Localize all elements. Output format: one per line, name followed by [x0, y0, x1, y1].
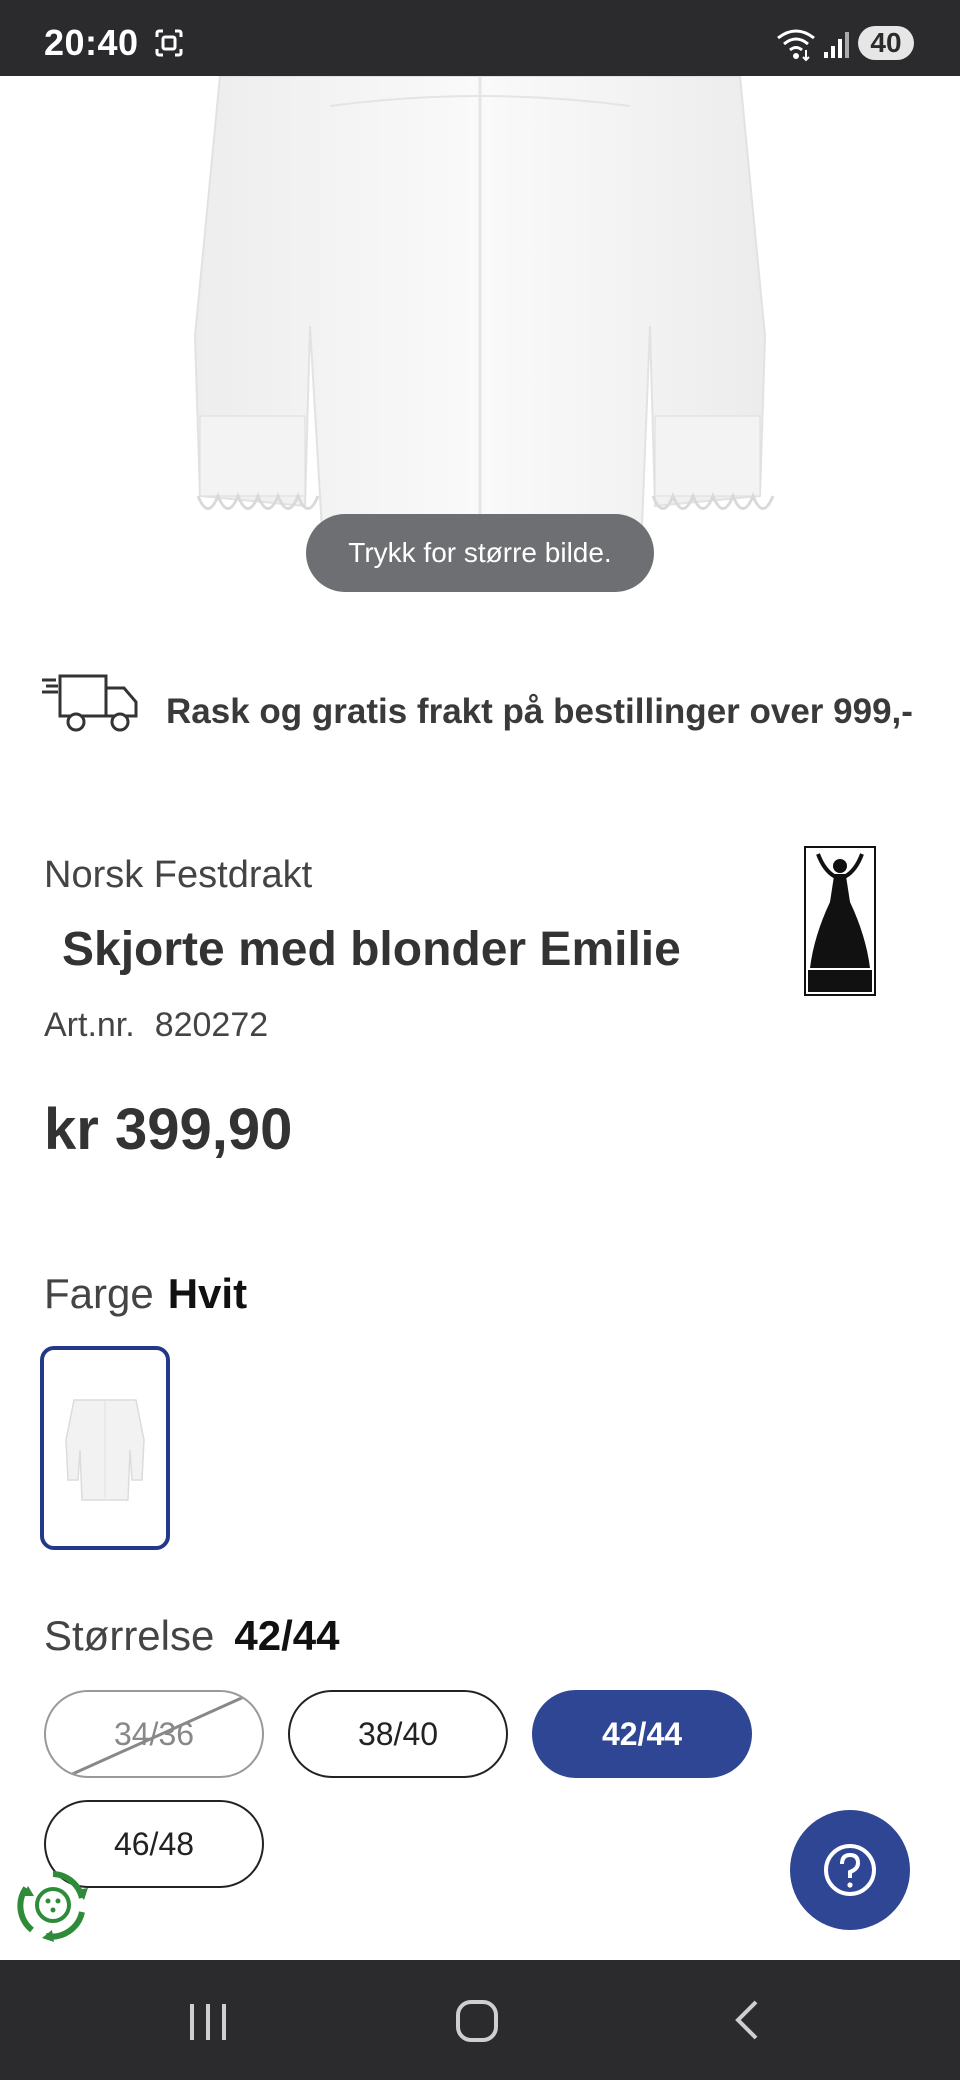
color-label: Farge — [44, 1270, 154, 1317]
eco-badge[interactable] — [16, 1868, 90, 1942]
article-number-label: Art.nr. — [44, 1006, 135, 1044]
size-option-42-44[interactable]: 42/44 — [532, 1690, 752, 1778]
navigation-bar — [0, 1960, 960, 2080]
size-option-34-36[interactable]: 34/36 — [44, 1690, 264, 1778]
home-icon[interactable] — [416, 1960, 536, 2080]
screenshot-icon — [155, 29, 183, 57]
color-selected-value: Hvit — [167, 1270, 248, 1317]
brand-logo[interactable] — [804, 846, 876, 996]
battery-icon: 40 — [858, 26, 914, 60]
signal-icon — [824, 32, 849, 58]
size-option-label: 42/44 — [601, 1716, 683, 1752]
size-selected-value: 42/44 — [234, 1612, 340, 1659]
size-label: Størrelse — [44, 1612, 215, 1659]
article-number-value: 820272 — [154, 1006, 269, 1044]
brand-name[interactable]: Norsk Festdrakt — [44, 854, 312, 897]
help-button[interactable] — [790, 1810, 910, 1930]
product-price: kr 399,90 — [44, 1097, 293, 1162]
back-icon[interactable] — [686, 1960, 806, 2080]
product-title: Skjorte med blonder Emilie — [62, 923, 681, 976]
image-zoom-hint[interactable]: Trykk for større bilde. — [306, 514, 654, 592]
unavailable-strike — [67, 1694, 247, 1776]
truck-icon — [42, 674, 138, 732]
color-swatch-white[interactable] — [40, 1346, 170, 1550]
size-option-label: 38/40 — [357, 1716, 439, 1752]
article-number: Art.nr. 820272 — [44, 1006, 268, 1045]
status-time: 20:40 — [44, 22, 139, 63]
color-swatch-image — [65, 1399, 145, 1501]
status-bar: 20:40 40 — [0, 0, 960, 76]
recycle-icon — [17, 1871, 88, 1942]
color-label-row: Farge Hvit — [44, 1270, 247, 1318]
wifi-icon — [777, 29, 815, 62]
size-option-38-40[interactable]: 38/40 — [288, 1690, 508, 1778]
shipping-info: Rask og gratis frakt på bestillinger ove… — [166, 692, 913, 731]
question-icon — [824, 1844, 876, 1896]
size-option-label: 46/48 — [113, 1826, 195, 1862]
recent-apps-icon[interactable] — [148, 1960, 268, 2080]
size-label-row: Størrelse 42/44 — [44, 1612, 339, 1660]
